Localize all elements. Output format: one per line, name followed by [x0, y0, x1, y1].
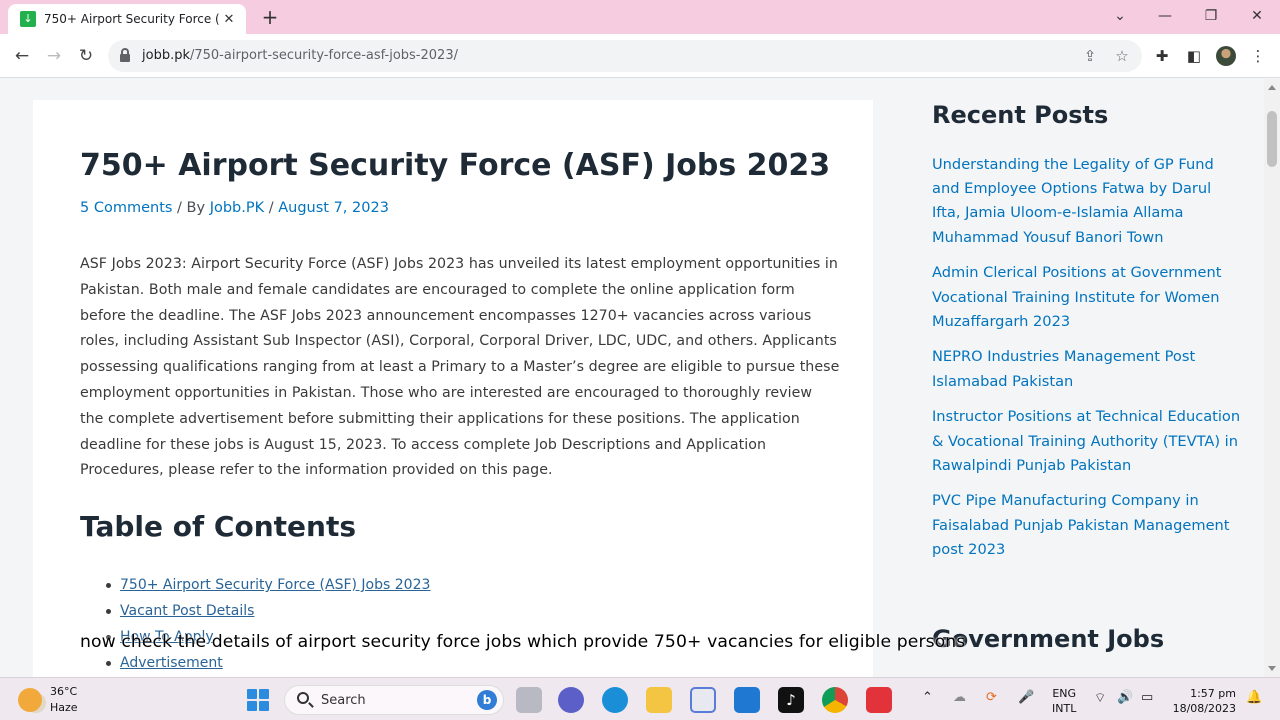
close-window-button[interactable]: ✕ [1239, 4, 1275, 28]
weather-sun-icon[interactable] [18, 688, 42, 712]
post-title: 750+ Airport Security Force (ASF) Jobs 2… [80, 148, 831, 183]
notifications-icon[interactable]: 🔔 [1246, 690, 1262, 705]
teams-chat-icon[interactable] [558, 687, 584, 713]
scroll-down-arrow-icon[interactable] [1268, 666, 1276, 671]
scroll-up-arrow-icon[interactable] [1268, 85, 1276, 90]
browser-toolbar: ← → ↻ jobb.pk/750-airport-security-force… [0, 34, 1280, 78]
more-menu-icon[interactable]: ⋮ [1247, 45, 1269, 67]
onedrive-cloud-icon[interactable]: ☁ [953, 690, 966, 705]
toc-item: 750+ Airport Security Force (ASF) Jobs 2… [105, 572, 430, 598]
post-meta: 5 Comments / By Jobb.PK / August 7, 2023 [80, 200, 389, 216]
tab-search-chevron-icon[interactable]: ⌄ [1102, 4, 1138, 28]
toc-item: Advertisement [105, 650, 430, 676]
side-panel-icon[interactable]: ◧ [1183, 45, 1205, 67]
windows-taskbar: 36°C Haze Search b ♪ ⌃ ☁ ⟳ 🎤 ENG INTL ⌔ … [0, 677, 1280, 720]
task-view-icon[interactable] [516, 687, 542, 713]
recent-post-link[interactable]: PVC Pipe Manufacturing Company in Faisal… [932, 489, 1242, 562]
new-tab-button[interactable]: + [258, 6, 282, 28]
toc-link-advertisement[interactable]: Advertisement [120, 655, 223, 671]
toc-list: 750+ Airport Security Force (ASF) Jobs 2… [105, 572, 430, 676]
system-clock[interactable]: 1:57 pm 18/08/2023 [1168, 686, 1236, 716]
file-explorer-icon[interactable] [646, 687, 672, 713]
page-scrollbar[interactable] [1264, 79, 1280, 677]
post-body: ASF Jobs 2023: Airport Security Force (A… [80, 256, 840, 479]
recent-post-link[interactable]: Understanding the Legality of GP Fund an… [932, 153, 1242, 250]
extensions-puzzle-icon[interactable]: ✚ [1151, 45, 1173, 67]
forward-arrow-icon[interactable]: → [42, 44, 66, 68]
comments-link[interactable]: 5 Comments [80, 200, 172, 216]
chrome-browser-icon[interactable] [822, 687, 848, 713]
tab-active[interactable]: ↓ 750+ Airport Security Force (ASF ✕ [8, 4, 246, 34]
mail-icon[interactable] [734, 687, 760, 713]
taskbar-search[interactable]: Search b [284, 685, 504, 715]
toc-item: Vacant Post Details [105, 598, 430, 624]
author-link[interactable]: Jobb.PK [210, 200, 264, 216]
windows-start-icon[interactable] [247, 689, 269, 711]
recent-post-link[interactable]: NEPRO Industries Management Post Islamab… [932, 345, 1242, 393]
back-arrow-icon[interactable]: ← [10, 44, 34, 68]
weather-widget[interactable]: 36°C Haze [50, 684, 78, 716]
microsoft-store-icon[interactable] [690, 687, 716, 713]
minimize-button[interactable]: — [1147, 4, 1183, 28]
recent-post-link[interactable]: Instructor Positions at Technical Educat… [932, 405, 1242, 478]
screen-recorder-icon[interactable] [866, 687, 892, 713]
government-jobs-title: Government Jobs [932, 625, 1165, 653]
video-caption: now check the details of airport securit… [80, 632, 966, 652]
share-icon[interactable]: ⇪ [1080, 46, 1100, 66]
toc-link-vacant-posts[interactable]: Vacant Post Details [120, 603, 254, 619]
address-bar[interactable]: jobb.pk/750-airport-security-force-asf-j… [108, 40, 1142, 72]
date-link[interactable]: August 7, 2023 [278, 200, 389, 216]
search-icon [297, 692, 309, 704]
recent-post-link[interactable]: Admin Clerical Positions at Government V… [932, 261, 1242, 334]
bookmark-star-icon[interactable]: ☆ [1112, 46, 1132, 66]
lock-icon[interactable] [120, 48, 130, 62]
url-text[interactable]: jobb.pk/750-airport-security-force-asf-j… [142, 48, 458, 63]
sync-icon[interactable]: ⟳ [986, 690, 997, 705]
article-card: 750+ Airport Security Force (ASF) Jobs 2… [33, 100, 873, 677]
toc-link-main[interactable]: 750+ Airport Security Force (ASF) Jobs 2… [120, 577, 430, 593]
volume-icon[interactable]: 🔊 [1117, 690, 1133, 705]
tray-chevron-up-icon[interactable]: ⌃ [922, 690, 933, 705]
tab-close-icon[interactable]: ✕ [220, 12, 238, 27]
browser-titlebar: ↓ 750+ Airport Security Force (ASF ✕ + ⌄… [0, 0, 1280, 34]
reload-icon[interactable]: ↻ [74, 44, 98, 68]
page-viewport: 750+ Airport Security Force (ASF) Jobs 2… [0, 79, 1264, 677]
toc-title: Table of Contents [80, 510, 357, 543]
site-favicon-icon: ↓ [20, 11, 36, 27]
scroll-thumb[interactable] [1267, 111, 1277, 167]
bing-icon[interactable]: b [477, 690, 497, 710]
microphone-icon[interactable]: 🎤 [1018, 690, 1034, 705]
wifi-icon[interactable]: ⌔ [1094, 690, 1106, 706]
tab-title: 750+ Airport Security Force (ASF [44, 12, 220, 26]
recent-posts-list: Understanding the Legality of GP Fund an… [932, 153, 1242, 574]
edge-browser-icon[interactable] [602, 687, 628, 713]
tiktok-icon[interactable]: ♪ [778, 687, 804, 713]
battery-icon[interactable]: ▭ [1141, 690, 1153, 705]
profile-avatar[interactable] [1216, 46, 1236, 66]
recent-posts-title: Recent Posts [932, 101, 1109, 129]
restore-button[interactable]: ❐ [1193, 4, 1229, 28]
input-language-indicator[interactable]: ENG INTL [1052, 686, 1076, 716]
